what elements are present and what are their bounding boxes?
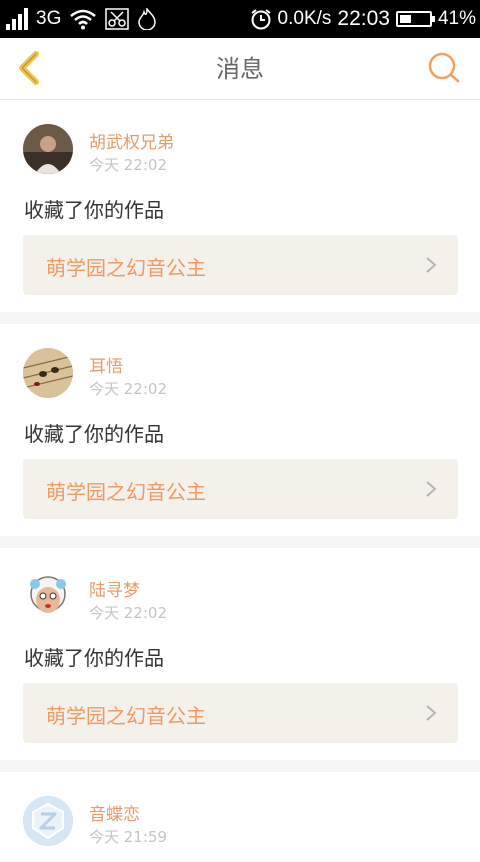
network-speed: 0.0K/s — [277, 8, 332, 29]
status-bar: 3G 0.0K/s 22:03 41% — [0, 0, 480, 38]
message-card: 音蝶恋 今天 21:59 — [0, 772, 480, 862]
work-link[interactable]: 萌学园之幻音公主 — [23, 459, 458, 519]
battery-icon — [395, 11, 435, 27]
avatar[interactable] — [23, 124, 73, 174]
work-title: 萌学园之幻音公主 — [46, 480, 206, 504]
sender-name[interactable]: 音蝶恋 — [89, 800, 140, 825]
top-bar: 消息 — [0, 38, 480, 100]
sender-name[interactable]: 耳悟 — [89, 352, 123, 377]
message-text: 收藏了你的作品 — [24, 422, 164, 446]
chevron-right-icon — [426, 481, 437, 497]
message-time: 今天 21:59 — [89, 828, 167, 846]
flame-notification-icon — [138, 8, 157, 30]
alarm-clock-icon — [250, 9, 271, 30]
message-card: 耳悟 今天 22:02 收藏了你的作品 萌学园之幻音公主 — [0, 324, 480, 536]
avatar[interactable] — [23, 572, 73, 622]
message-time: 今天 22:02 — [89, 604, 167, 622]
avatar[interactable] — [23, 796, 73, 846]
work-link[interactable]: 萌学园之幻音公主 — [23, 235, 458, 295]
message-text: 收藏了你的作品 — [24, 646, 164, 670]
battery-percent: 41% — [437, 8, 476, 29]
wifi-icon — [70, 9, 97, 30]
message-card: 陆寻梦 今天 22:02 收藏了你的作品 萌学园之幻音公主 — [0, 548, 480, 760]
signal-strength-icon — [6, 8, 28, 30]
work-title: 萌学园之幻音公主 — [46, 256, 206, 280]
scissors-icon — [105, 8, 130, 30]
message-card: 胡武权兄弟 今天 22:02 收藏了你的作品 萌学园之幻音公主 — [0, 100, 480, 312]
work-title: 萌学园之幻音公主 — [46, 704, 206, 728]
message-time: 今天 22:02 — [89, 156, 167, 174]
chevron-right-icon — [426, 257, 437, 273]
search-icon[interactable] — [424, 48, 464, 88]
clock: 22:03 — [337, 7, 390, 30]
message-list: 胡武权兄弟 今天 22:02 收藏了你的作品 萌学园之幻音公主 耳悟 今天 22… — [0, 100, 480, 862]
page-title: 消息 — [216, 55, 264, 83]
avatar[interactable] — [23, 348, 73, 398]
message-text: 收藏了你的作品 — [24, 198, 164, 222]
chevron-right-icon — [426, 705, 437, 721]
work-link[interactable]: 萌学园之幻音公主 — [23, 683, 458, 743]
network-type: 3G — [36, 8, 62, 29]
chevron-left-icon[interactable] — [10, 46, 54, 90]
message-time: 今天 22:02 — [89, 380, 167, 398]
sender-name[interactable]: 陆寻梦 — [89, 576, 140, 601]
sender-name[interactable]: 胡武权兄弟 — [89, 128, 174, 153]
